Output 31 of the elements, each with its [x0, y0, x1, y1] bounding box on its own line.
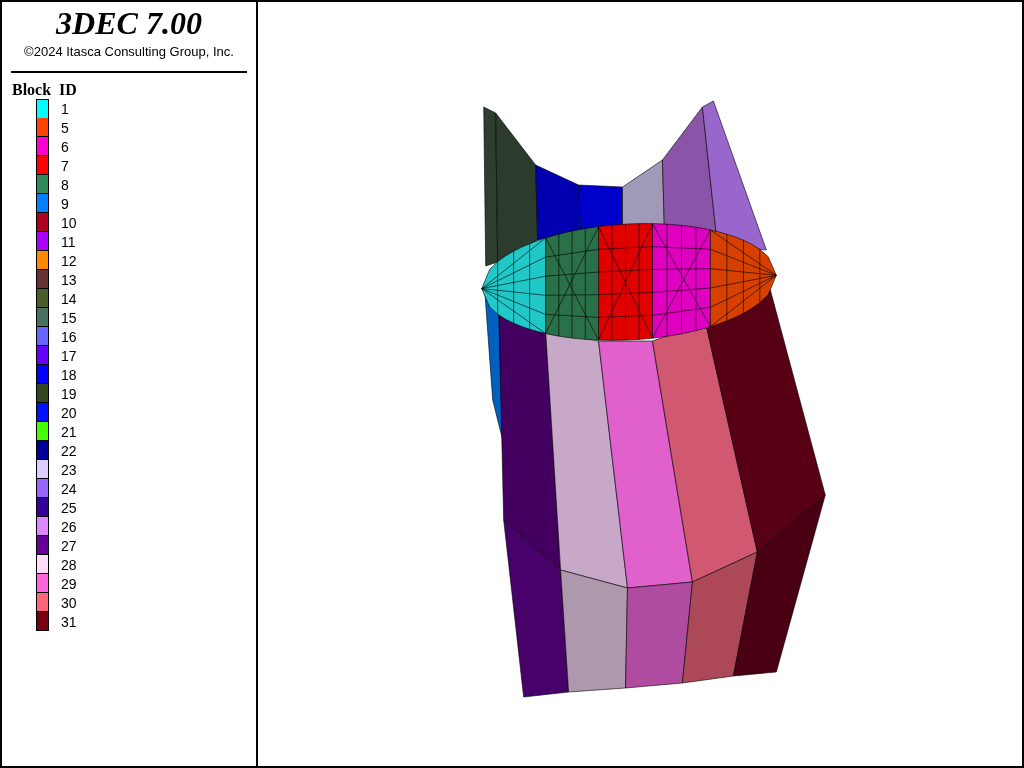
legend-label: 23 — [61, 461, 77, 478]
legend-title: Block ID — [12, 81, 77, 99]
legend-label: 11 — [61, 233, 76, 250]
legend-label: 10 — [61, 214, 77, 231]
legend-label: 21 — [61, 423, 77, 440]
legend-label: 12 — [61, 252, 77, 269]
legend-label: 29 — [61, 575, 77, 592]
legend-label: 7 — [61, 157, 69, 174]
legend-label: 1 — [61, 100, 69, 117]
legend-label: 16 — [61, 328, 77, 345]
legend-label: 8 — [61, 176, 69, 193]
copyright-text: ©2024 Itasca Consulting Group, Inc. — [24, 44, 234, 59]
legend-label: 27 — [61, 537, 77, 554]
legend-label: 14 — [61, 290, 77, 307]
legend-label: 6 — [61, 138, 69, 155]
legend-label: 30 — [61, 594, 77, 611]
legend-label: 22 — [61, 442, 77, 459]
legend-label: 19 — [61, 385, 77, 402]
legend-label: 5 — [61, 119, 69, 136]
app-title: 3DEC 7.00 — [56, 6, 202, 40]
legend-label: 9 — [61, 195, 69, 212]
legend-label: 24 — [61, 480, 77, 497]
legend-label: 28 — [61, 556, 77, 573]
legend-label: 26 — [61, 518, 77, 535]
legend-label: 18 — [61, 366, 77, 383]
legend-label: 31 — [61, 613, 77, 630]
legend-label: 13 — [61, 271, 77, 288]
legend-label: 25 — [61, 499, 77, 516]
legend-label: 17 — [61, 347, 77, 364]
legend-label: 20 — [61, 404, 77, 421]
legend-label: 15 — [61, 309, 77, 326]
